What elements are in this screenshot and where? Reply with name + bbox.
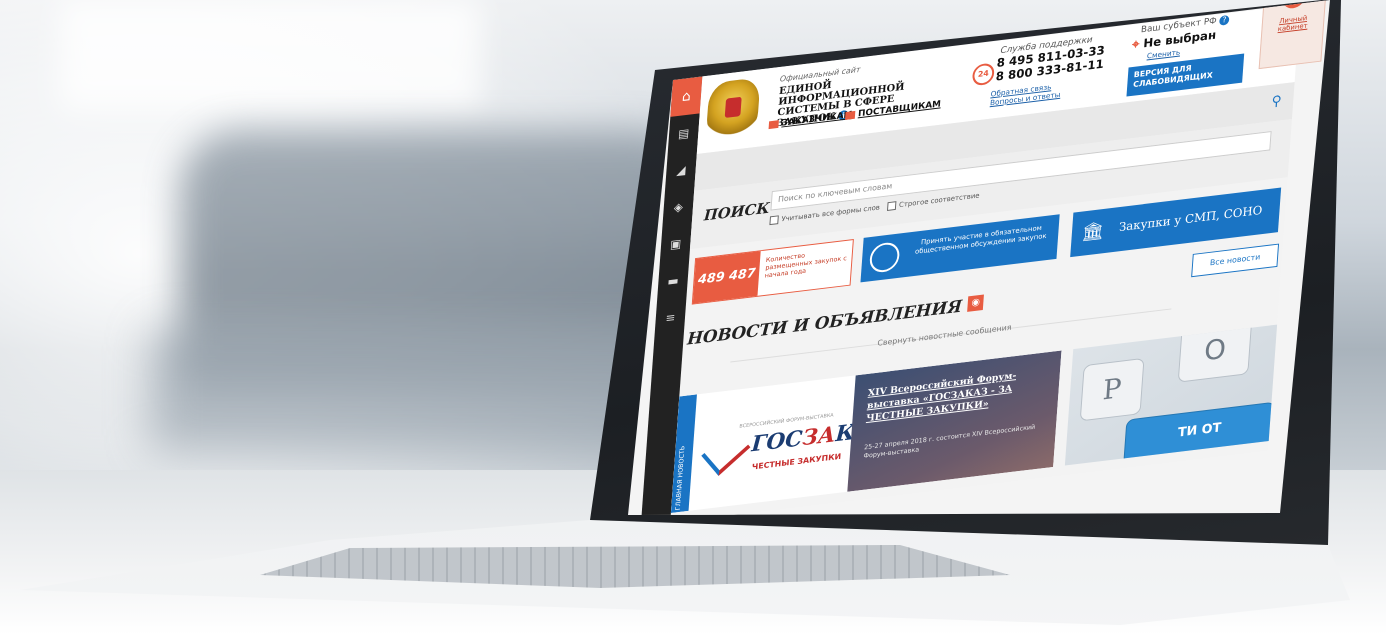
main-news-ribbon-text: ГЛАВНАЯ НОВОСТЬ	[673, 445, 687, 511]
goszakaz-check-logo	[701, 427, 751, 476]
purchase-count-card[interactable]: 489 487 Количество размещенных закупок с…	[691, 238, 854, 305]
help-icon[interactable]: ?	[1219, 14, 1230, 26]
purchase-count-text: Количество размещенных закупок с начала …	[764, 251, 848, 280]
list-icon[interactable]: ≡	[664, 299, 677, 337]
forum-title-link[interactable]: XIV Всероссийский Форум-выставка «ГОСЗАК…	[866, 365, 1055, 425]
smp-purchases-text: Закупки у СМП, СОНО	[1118, 203, 1263, 235]
support-links: Обратная связь Вопросы и ответы	[990, 81, 1062, 107]
personal-cabinet-label: Личный кабинет	[1277, 14, 1308, 34]
forum-panel: XIV Всероссийский Форум-выставка «ГОСЗАК…	[847, 350, 1062, 492]
folder-icon	[845, 110, 856, 120]
chat-bubble-icon	[868, 241, 901, 274]
coat-of-arms-logo	[705, 77, 761, 142]
all-news-button[interactable]: Все новости	[1191, 243, 1280, 278]
search-icon[interactable]: ⚲	[1271, 93, 1282, 110]
forum-description: 25-27 апреля 2018 г. состоится XIV Всеро…	[863, 422, 1036, 460]
location-pin-icon: ⌖	[1131, 37, 1140, 53]
shield-icon[interactable]: ◈	[673, 188, 685, 226]
bank-icon: 🏛	[1080, 220, 1105, 244]
purchase-count-value: 489 487	[692, 251, 761, 304]
checkbox-box	[886, 201, 897, 211]
cart-icon[interactable]: ◢	[675, 151, 687, 189]
photo-key-p: P	[1079, 357, 1145, 422]
goszakaz-logo-b: ЗА	[801, 421, 837, 452]
document-icon[interactable]: ▣	[669, 225, 683, 263]
news-photo-keyboard[interactable]: P O ТИ ОТ	[1064, 324, 1278, 466]
website-page: ⌂ ▤ ◢ ◈ ▣ ▬ ≡ Официальный сайт ЕДИНОЙ ИН…	[640, 0, 1328, 515]
briefcase-icon[interactable]: ▬	[666, 262, 680, 300]
photo-key-blue: ТИ ОТ	[1122, 401, 1276, 466]
goszakaz-logo-a: ГОС	[750, 425, 804, 458]
personal-cabinet[interactable]: ⚿ Личный кабинет	[1258, 0, 1328, 70]
calendar-icon[interactable]: ▤	[677, 114, 691, 152]
search-label: ПОИСК	[703, 199, 771, 225]
home-icon[interactable]: ⌂	[670, 76, 703, 117]
main-news-banner[interactable]: ГЛАВНАЯ НОВОСТЬ ВСЕРОССИЙСКИЙ ФОРУМ-ВЫСТ…	[670, 350, 1062, 513]
folder-icon	[768, 119, 779, 129]
public-discussion-text: Принять участие в обязательном обществен…	[914, 224, 1047, 256]
rss-icon[interactable]: ◉	[967, 294, 985, 312]
photo-key-o: O	[1177, 324, 1253, 383]
strict-match-label: Строгое соответствие	[898, 191, 980, 210]
collapse-news-link[interactable]: Свернуть новостные сообщения	[877, 323, 1012, 348]
news-heading: НОВОСТИ И ОБЪЯВЛЕНИЯ ◉	[687, 294, 985, 350]
checkbox-box	[769, 215, 779, 226]
support-24-badge: 24	[971, 62, 995, 87]
